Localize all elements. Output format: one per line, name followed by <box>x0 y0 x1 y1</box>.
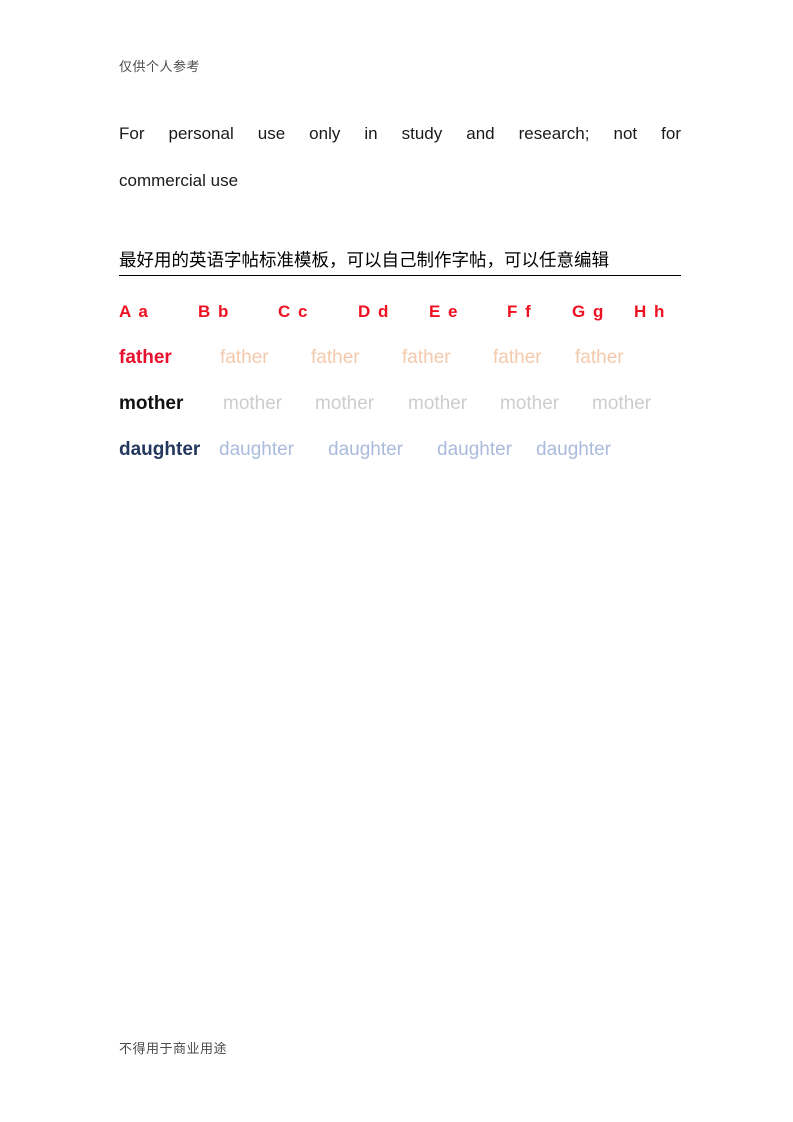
alphabet-item: D d <box>358 302 390 321</box>
practice-sheet: A aB bC cD dE eF fG gH h father father fat… <box>119 296 719 480</box>
father-item: father <box>119 347 172 368</box>
father-item: father <box>575 347 624 368</box>
disclaimer-paragraph: For personal use only in study and resea… <box>119 110 681 204</box>
daughter-item: daughter <box>437 439 513 460</box>
disclaimer-line-1: For personal use only in study and resea… <box>119 124 681 143</box>
daughter-item: daughter <box>328 439 404 460</box>
mother-item: mother <box>592 393 652 414</box>
document-page: 仅供个人参考 For personal use only in study an… <box>0 0 793 1122</box>
mother-item: mother <box>408 393 468 414</box>
title-underline-rule <box>119 275 681 276</box>
alphabet-item: H h <box>634 302 666 321</box>
header-note: 仅供个人参考 <box>119 59 201 74</box>
father-item: father <box>493 347 542 368</box>
father-item: father <box>220 347 269 368</box>
practice-row-daughter: daughter daughter daughter daughter daughter <box>119 434 719 480</box>
father-item: father <box>402 347 451 368</box>
alphabet-item: A a <box>119 302 150 321</box>
practice-row-alphabet: A aB bC cD dE eF fG gH h <box>119 296 719 342</box>
daughter-item: daughter <box>536 439 612 460</box>
alphabet-item: G g <box>572 302 605 321</box>
alphabet-item: C c <box>278 302 309 321</box>
practice-row-mother: mother mother mother mother mother mother <box>119 388 719 434</box>
daughter-item: daughter <box>219 439 295 460</box>
title-block: 最好用的英语字帖标准模板，可以自己制作字帖，可以任意编辑 <box>119 248 681 276</box>
mother-item: mother <box>223 393 283 414</box>
alphabet-item: B b <box>198 302 230 321</box>
mother-item: mother <box>315 393 375 414</box>
page-title: 最好用的英语字帖标准模板，可以自己制作字帖，可以任意编辑 <box>119 250 609 270</box>
daughter-item: daughter <box>119 439 201 460</box>
footer-note: 不得用于商业用途 <box>119 1041 228 1056</box>
mother-item: mother <box>119 393 184 414</box>
alphabet-item: E e <box>429 302 460 321</box>
alphabet-item: F f <box>507 302 533 321</box>
disclaimer-line-2: commercial use <box>119 171 239 190</box>
mother-item: mother <box>500 393 560 414</box>
father-item: father <box>311 347 360 368</box>
practice-row-father: father father father father father father <box>119 342 719 388</box>
